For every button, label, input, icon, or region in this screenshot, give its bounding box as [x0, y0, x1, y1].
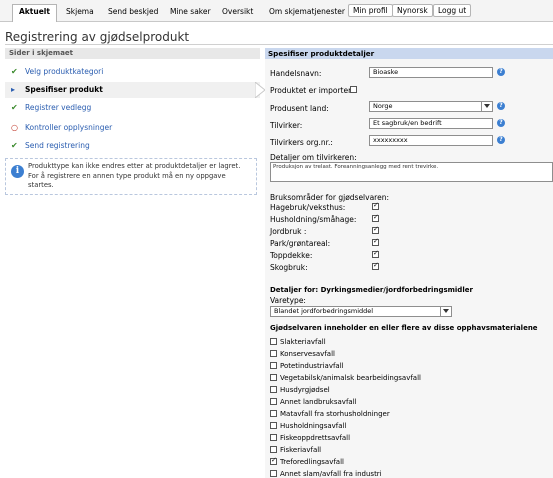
opphav-item-label: Konservesavfall [280, 350, 335, 358]
step-label: Registrer vedlegg [25, 103, 92, 112]
tab-min-profil[interactable]: Min profil [348, 4, 393, 17]
opphav-checkbox[interactable] [270, 362, 277, 369]
opphav-checkbox[interactable] [270, 338, 277, 345]
bruk-item-label: Park/grøntareal: [270, 239, 331, 248]
handelsnavn-label: Handelsnavn: [270, 69, 322, 78]
tab-logg-ut[interactable]: Logg ut [433, 4, 472, 17]
top-navigation: Aktuelt Skjema Send beskjed Mine saker O… [0, 0, 553, 22]
handelsnavn-input[interactable]: Bioaske [369, 67, 493, 78]
tilvirker-input[interactable]: Et sagbruk/en bedrift [369, 118, 493, 129]
sidebar: Sider i skjemaet ✔ Velg produktkategori … [5, 48, 260, 150]
opphav-item-label: Husholdningsavfall [280, 422, 347, 430]
bruk-item-label: Hagebruk/veksthus: [270, 203, 346, 212]
check-icon: ✔ [11, 141, 18, 150]
orgnr-label: Tilvirkers org.nr.: [270, 138, 333, 147]
opphav-item-label: Husdyrgjødsel [280, 386, 330, 394]
arrow-right-icon: ▸ [11, 85, 16, 94]
bruk-jordbruk-checkbox[interactable] [372, 225, 379, 234]
opphav-checkbox[interactable] [270, 410, 277, 417]
circle-icon: ○ [11, 123, 18, 132]
varetype-label: Varetype: [270, 296, 306, 305]
tab-nynorsk[interactable]: Nynorsk [392, 4, 433, 17]
chevron-down-icon[interactable] [440, 307, 451, 316]
varetype-value: Blandet jordforbedringsmiddel [274, 307, 374, 315]
orgnr-input[interactable]: xxxxxxxxx [369, 135, 493, 146]
tilvirker-label: Tilvirker: [270, 121, 303, 130]
opphav-item-label: Fiskeoppdrettsavfall [280, 434, 351, 442]
bruk-husholdning-checkbox[interactable] [372, 213, 379, 222]
opphav-heading: Gjødselvaren inneholder en eller flere a… [270, 324, 538, 332]
check-icon: ✔ [11, 103, 18, 112]
opphav-checkbox[interactable] [270, 374, 277, 381]
step-label: Spesifiser produkt [25, 85, 103, 94]
product-details-form: Spesifiser produktdetaljer Handelsnavn: … [265, 48, 553, 478]
tab-aktuelt[interactable]: Aktuelt [12, 4, 57, 22]
detaljer-textarea[interactable]: Produksjon av trelast. Foreanningsanlegg… [270, 162, 553, 182]
bruk-item-label: Skogbruk: [270, 263, 308, 272]
tab-send-beskjed[interactable]: Send beskjed [104, 5, 162, 19]
opphav-item-label: Slakteriavfall [280, 338, 326, 346]
check-icon: ✔ [11, 67, 18, 76]
opphav-item-label: Annet slam/avfall fra industri [280, 470, 382, 478]
importert-checkbox[interactable] [350, 86, 357, 93]
opphav-item-label: Potetindustriavfall [280, 362, 344, 370]
bruk-toppdekke-checkbox[interactable] [372, 249, 379, 258]
tab-skjema[interactable]: Skjema [62, 5, 98, 19]
varetype-select[interactable]: Blandet jordforbedringsmiddel [270, 306, 452, 317]
sidebar-step-send-registrering[interactable]: ✔ Send registrering [5, 138, 260, 154]
opphav-checkbox[interactable] [270, 456, 277, 465]
tab-mine-saker[interactable]: Mine saker [166, 5, 215, 19]
sidebar-step-kontroller-opplysninger[interactable]: ○ Kontroller opplysninger [5, 120, 260, 136]
help-icon[interactable]: ? [497, 102, 505, 110]
opphav-checkbox[interactable] [270, 422, 277, 429]
produsent-land-value: Norge [373, 102, 393, 110]
produsent-land-label: Produsent land: [270, 104, 329, 113]
form-header: Spesifiser produktdetaljer [265, 48, 553, 59]
bruk-skogbruk-checkbox[interactable] [372, 261, 379, 270]
page-title: Registrering av gjødselprodukt [5, 30, 190, 44]
tab-oversikt[interactable]: Oversikt [218, 5, 257, 19]
sidebar-step-registrer-vedlegg[interactable]: ✔ Registrer vedlegg [5, 100, 260, 116]
opphav-checkbox[interactable] [270, 386, 277, 393]
bruk-label: Bruksområder for gjødselvaren: [270, 193, 389, 202]
opphav-item-label: Fiskeriavfall [280, 446, 322, 454]
opphav-checkbox[interactable] [270, 434, 277, 441]
step-label: Send registrering [25, 141, 90, 150]
step-label: Kontroller opplysninger [25, 123, 113, 132]
importert-label: Produktet er importert: [270, 86, 357, 95]
bruk-park-checkbox[interactable] [372, 237, 379, 246]
current-step-arrow-icon [255, 82, 265, 98]
chevron-down-icon[interactable] [481, 102, 492, 111]
info-text: Produkttype kan ikke endres etter at pro… [28, 162, 241, 189]
bruk-hagebruk-checkbox[interactable] [372, 201, 379, 210]
info-icon: i [11, 165, 24, 178]
bruk-item-label: Husholdning/småhage: [270, 215, 357, 224]
sidebar-step-velg-produktkategori[interactable]: ✔ Velg produktkategori [5, 64, 260, 80]
opphav-checkbox[interactable] [270, 446, 277, 453]
sidebar-step-spesifiser-produkt[interactable]: ▸ Spesifiser produkt [5, 82, 260, 98]
produsent-land-select[interactable]: Norge [369, 101, 493, 112]
help-icon[interactable]: ? [497, 119, 505, 127]
opphav-checkbox[interactable] [270, 350, 277, 357]
detaljer-label: Detaljer om tilvirkeren: [270, 153, 357, 162]
sidebar-header: Sider i skjemaet [5, 48, 260, 59]
bruk-item-label: Toppdekke: [270, 251, 313, 260]
help-icon[interactable]: ? [497, 68, 505, 76]
opphav-item-label: Annet landbruksavfall [280, 398, 357, 406]
detaljer-for-heading: Detaljer for: Dyrkingsmedier/jordforbedr… [270, 286, 473, 294]
opphav-item-label: Treforedlingsavfall [280, 458, 344, 466]
opphav-checkbox[interactable] [270, 470, 277, 477]
opphav-item-label: Vegetabilsk/animalsk bearbeidingsavfall [280, 374, 421, 382]
info-box: i Produkttype kan ikke endres etter at p… [5, 158, 257, 195]
opphav-item-label: Matavfall fra storhusholdninger [280, 410, 390, 418]
title-divider [5, 44, 553, 45]
tab-om-skjematjenester[interactable]: Om skjematjenester [265, 5, 349, 19]
opphav-checkbox[interactable] [270, 398, 277, 405]
step-label: Velg produktkategori [25, 67, 104, 76]
help-icon[interactable]: ? [497, 136, 505, 144]
bruk-item-label: Jordbruk : [270, 227, 307, 236]
